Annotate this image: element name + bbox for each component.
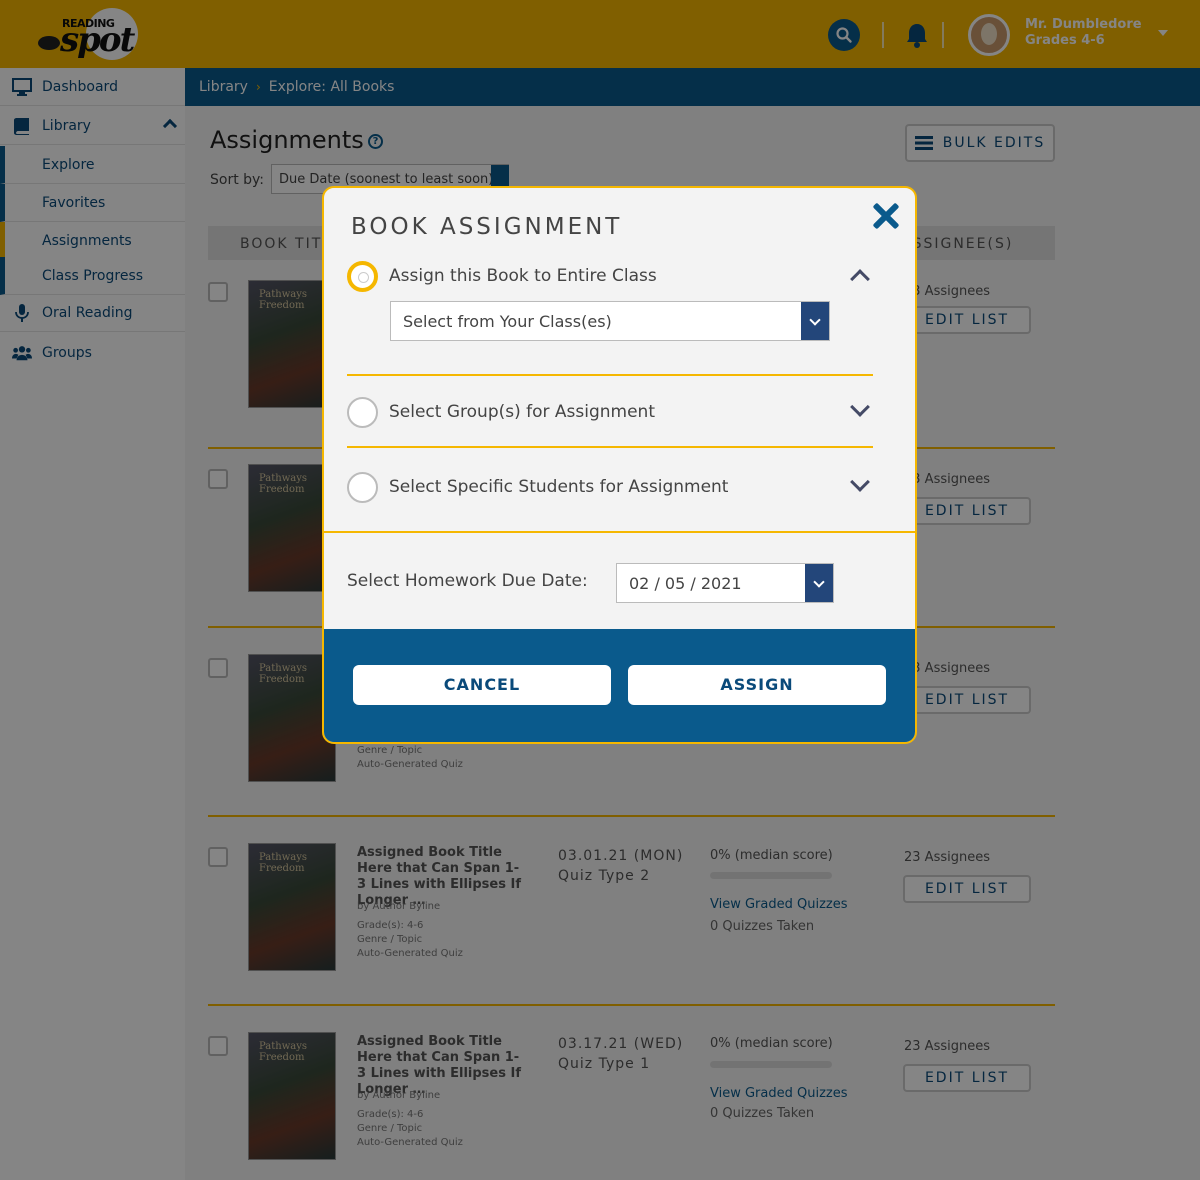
due-date-value: 02 / 05 / 2021 bbox=[629, 574, 742, 593]
students-radio[interactable] bbox=[347, 472, 378, 503]
class-select-value: Select from Your Class(es) bbox=[403, 312, 612, 331]
entire-class-radio[interactable] bbox=[347, 261, 378, 292]
close-icon[interactable] bbox=[872, 202, 900, 230]
entire-class-label[interactable]: Assign this Book to Entire Class bbox=[389, 266, 657, 286]
cancel-button[interactable]: CANCEL bbox=[353, 665, 611, 705]
book-assignment-modal: BOOK ASSIGNMENT Assign this Book to Enti… bbox=[322, 186, 917, 744]
option-divider bbox=[347, 374, 873, 376]
chevron-down-icon[interactable] bbox=[801, 302, 829, 340]
due-date-input[interactable]: 02 / 05 / 2021 bbox=[616, 563, 834, 603]
class-select[interactable]: Select from Your Class(es) bbox=[390, 301, 830, 341]
assign-button[interactable]: ASSIGN bbox=[628, 665, 886, 705]
groups-label[interactable]: Select Group(s) for Assignment bbox=[389, 402, 655, 422]
modal-title: BOOK ASSIGNMENT bbox=[351, 214, 623, 240]
option-divider bbox=[347, 446, 873, 448]
modal-footer: CANCEL ASSIGN bbox=[324, 629, 915, 742]
due-date-label: Select Homework Due Date: bbox=[347, 571, 588, 591]
chevron-down-icon[interactable] bbox=[850, 472, 870, 492]
groups-radio[interactable] bbox=[347, 397, 378, 428]
chevron-down-icon[interactable] bbox=[850, 397, 870, 417]
chevron-up-icon[interactable] bbox=[850, 269, 870, 289]
students-label[interactable]: Select Specific Students for Assignment bbox=[389, 477, 728, 497]
due-date-section: Select Homework Due Date: 02 / 05 / 2021 bbox=[324, 531, 915, 629]
calendar-dropdown-icon[interactable] bbox=[805, 564, 833, 602]
